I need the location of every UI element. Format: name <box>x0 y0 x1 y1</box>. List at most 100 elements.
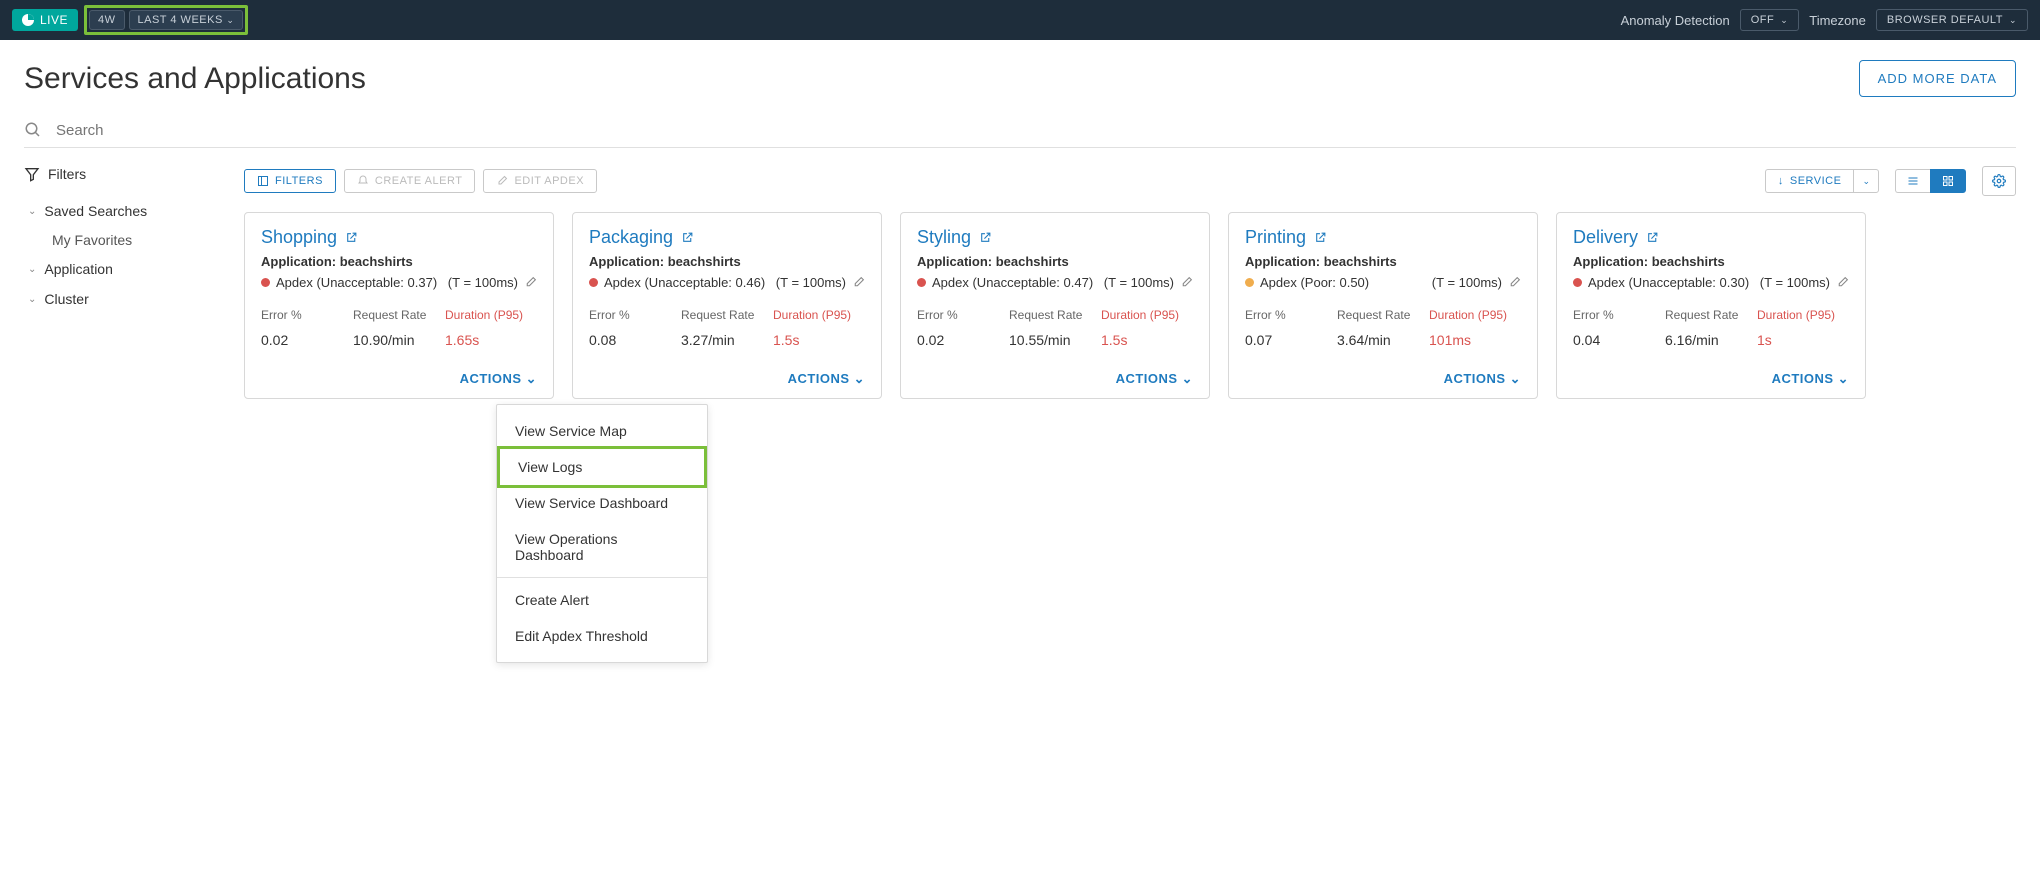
actions-dropdown[interactable]: ACTIONS ⌄ <box>1444 371 1521 387</box>
error-value: 0.08 <box>589 332 681 348</box>
menu-item[interactable]: View Logs <box>497 446 707 488</box>
external-link-icon <box>1646 231 1659 244</box>
sidebar-group[interactable]: ⌄ Cluster <box>24 284 224 314</box>
actions-menu: View Service MapView LogsView Service Da… <box>496 404 708 663</box>
chevron-down-icon: ⌄ <box>1862 176 1870 186</box>
topbar-left: LIVE 4W LAST 4 WEEKS ⌄ <box>12 5 248 35</box>
grid-view-button[interactable] <box>1930 169 1966 193</box>
card-title-link[interactable]: Packaging <box>589 227 865 248</box>
sidebar-group-label: Cluster <box>44 291 88 307</box>
add-more-data-button[interactable]: ADD MORE DATA <box>1859 60 2016 97</box>
service-card: Printing Application: beachshirts Apdex (P… <box>1228 212 1538 399</box>
chevron-down-icon: ⌄ <box>854 371 865 387</box>
metrics-row: Error %0.08Request Rate3.27/minDuration … <box>589 308 865 348</box>
sort-label: SERVICE <box>1790 175 1842 187</box>
list-view-button[interactable] <box>1895 169 1930 193</box>
card-title-link[interactable]: Styling <box>917 227 1193 248</box>
time-range-short[interactable]: 4W <box>89 10 125 30</box>
grid-icon <box>1941 175 1955 187</box>
menu-item[interactable]: Create Alert <box>497 582 707 618</box>
rate-value: 6.16/min <box>1665 332 1757 348</box>
search-icon <box>24 121 42 139</box>
error-label: Error % <box>261 308 353 322</box>
menu-item[interactable]: View Service Dashboard <box>497 485 707 521</box>
settings-button[interactable] <box>1982 166 2016 196</box>
time-range-dropdown[interactable]: LAST 4 WEEKS ⌄ <box>129 10 244 30</box>
metrics-row: Error %0.07Request Rate3.64/minDuration … <box>1245 308 1521 348</box>
chevron-down-icon: ⌄ <box>28 294 36 305</box>
chevron-down-icon: ⌄ <box>1510 371 1521 387</box>
pencil-icon[interactable] <box>1836 276 1849 289</box>
search-input[interactable] <box>56 122 2016 139</box>
filters-button[interactable]: FILTERS <box>244 169 336 193</box>
live-button[interactable]: LIVE <box>12 9 78 31</box>
chevron-down-icon: ⌄ <box>1780 15 1788 26</box>
status-dot <box>917 278 926 287</box>
rate-value: 10.55/min <box>1009 332 1101 348</box>
filters-button-label: FILTERS <box>275 175 323 187</box>
actions-dropdown[interactable]: ACTIONS ⌄ <box>1772 371 1849 387</box>
timezone-dropdown[interactable]: BROWSER DEFAULT ⌄ <box>1876 9 2028 31</box>
anomaly-dropdown[interactable]: OFF ⌄ <box>1740 9 1800 31</box>
error-value: 0.02 <box>261 332 353 348</box>
actions-dropdown[interactable]: ACTIONS ⌄ <box>460 371 537 387</box>
service-card: StylingApplication: beachshirtsApdex (Un… <box>900 212 1210 399</box>
duration-value: 1.5s <box>773 332 865 348</box>
main: FILTERS CREATE ALERT EDIT APDEX ↓ SERVIC… <box>244 166 2016 399</box>
chevron-down-icon: ⌄ <box>1838 371 1849 387</box>
pencil-icon[interactable] <box>1508 276 1521 289</box>
error-value: 0.02 <box>917 332 1009 348</box>
sidebar-group[interactable]: ⌄Application <box>24 254 224 284</box>
bell-icon <box>357 175 369 187</box>
chevron-down-icon: ⌄ <box>28 264 36 275</box>
error-value: 0.07 <box>1245 332 1337 348</box>
actions-dropdown[interactable]: ACTIONS ⌄ <box>788 371 865 387</box>
apdex-text: Apdex (Unacceptable: 0.30) <box>1588 275 1749 290</box>
toolbar: FILTERS CREATE ALERT EDIT APDEX ↓ SERVIC… <box>244 166 2016 196</box>
edit-apdex-button[interactable]: EDIT APDEX <box>483 169 597 193</box>
sidebar-group[interactable]: ⌄Saved Searches <box>24 196 224 226</box>
menu-item[interactable]: View Service Map <box>497 413 707 449</box>
top-bar: LIVE 4W LAST 4 WEEKS ⌄ Anomaly Detection… <box>0 0 2040 40</box>
edit-apdex-label: EDIT APDEX <box>514 175 584 187</box>
actions-dropdown[interactable]: ACTIONS ⌄ <box>1116 371 1193 387</box>
threshold-text: (T = 100ms) <box>776 275 846 290</box>
apdex-text: Apdex (Poor: 0.50) <box>1260 275 1369 290</box>
metrics-row: Error %0.02Request Rate10.90/minDuration… <box>261 308 537 348</box>
page-title: Services and Applications <box>24 62 366 96</box>
metrics-row: Error %0.02Request Rate10.55/minDuration… <box>917 308 1193 348</box>
sort-caret[interactable]: ⌄ <box>1853 169 1879 193</box>
sort-dropdown[interactable]: ↓ SERVICE ⌄ <box>1765 169 1879 193</box>
rate-value: 3.64/min <box>1337 332 1429 348</box>
card-title-link[interactable]: Shopping <box>261 227 537 248</box>
external-link-icon <box>1314 231 1327 244</box>
filters-heading: Filters <box>24 166 224 182</box>
apdex-text: Apdex (Unacceptable: 0.46) <box>604 275 765 290</box>
apdex-row: Apdex (Unacceptable: 0.46) (T = 100ms) <box>589 275 865 290</box>
pencil-icon[interactable] <box>524 276 537 289</box>
card-application: Application: beachshirts <box>1245 254 1521 269</box>
gear-icon <box>1992 174 2006 188</box>
pencil-icon[interactable] <box>1180 276 1193 289</box>
duration-value: 1.65s <box>445 332 537 348</box>
create-alert-button[interactable]: CREATE ALERT <box>344 169 476 193</box>
card-application: Application: beachshirts <box>261 254 537 269</box>
rate-label: Request Rate <box>1337 308 1429 322</box>
create-alert-label: CREATE ALERT <box>375 175 463 187</box>
threshold-text: (T = 100ms) <box>1760 275 1830 290</box>
pencil-icon[interactable] <box>852 276 865 289</box>
card-title-link[interactable]: Printing <box>1245 227 1521 248</box>
error-value: 0.04 <box>1573 332 1665 348</box>
rate-label: Request Rate <box>1665 308 1757 322</box>
error-label: Error % <box>589 308 681 322</box>
menu-item[interactable]: Edit Apdex Threshold <box>497 618 707 654</box>
threshold-text: (T = 100ms) <box>1104 275 1174 290</box>
page: Services and Applications ADD MORE DATA … <box>0 40 2040 419</box>
menu-item[interactable]: View Operations Dashboard <box>497 521 707 573</box>
threshold-text: (T = 100ms) <box>448 275 518 290</box>
rate-value: 3.27/min <box>681 332 773 348</box>
card-title-link[interactable]: Delivery <box>1573 227 1849 248</box>
rate-label: Request Rate <box>1009 308 1101 322</box>
card-application: Application: beachshirts <box>917 254 1193 269</box>
sidebar-item[interactable]: My Favorites <box>24 226 224 254</box>
